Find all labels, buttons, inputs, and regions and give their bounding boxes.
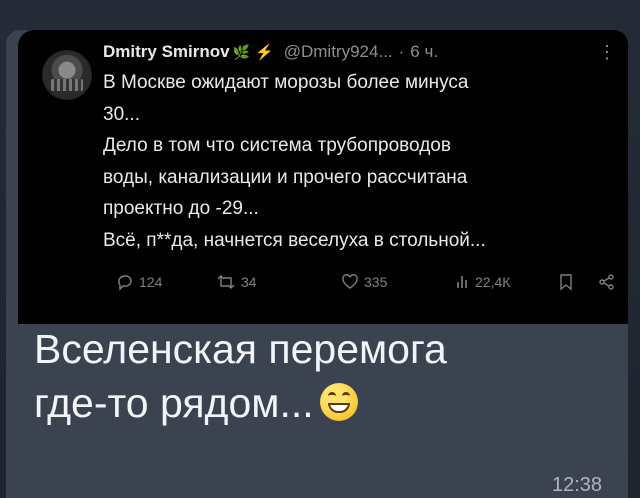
author-name: Dmitry Smirnov <box>103 42 230 61</box>
tweet-screenshot[interactable]: Dmitry Smirnov 🌿 ⚡ @Dmitry924... · 6 ч. ⋮ В М… <box>18 30 628 324</box>
tweet-line: проектно до -29... <box>103 198 259 219</box>
like-action[interactable]: 335 <box>341 273 387 291</box>
retweet-count: 34 <box>241 274 257 290</box>
message-line: Вселенская перемога <box>34 326 447 372</box>
tweet-header: Dmitry Smirnov 🌿 ⚡ @Dmitry924... · 6 ч. <box>103 42 623 66</box>
like-count: 335 <box>364 274 388 290</box>
tweet-actions: 124 34 335 22,4К <box>116 273 626 299</box>
grinning-emoji-icon <box>319 383 358 421</box>
heart-icon <box>342 274 358 289</box>
message-line-text: где-то рядом... <box>34 380 314 426</box>
smile-mouth <box>327 403 350 413</box>
message-bubble[interactable]: Dmitry Smirnov 🌿 ⚡ @Dmitry924... · 6 ч. ⋮ В М… <box>6 30 628 498</box>
tweet-time: 6 ч. <box>410 42 439 61</box>
message-time: 12:38 <box>552 474 603 496</box>
retweet-icon <box>217 275 235 289</box>
views-action[interactable]: 22,4К <box>456 273 510 291</box>
share-action[interactable] <box>598 273 616 291</box>
message-text: Вселенская перемога где-то рядом... <box>34 322 594 430</box>
leaf-emoji-icon: 🌿 <box>232 44 251 60</box>
views-count: 22,4К <box>475 274 511 290</box>
lightning-icon: ⚡ <box>255 44 274 61</box>
bookmark-action[interactable] <box>559 273 573 291</box>
reply-icon <box>118 275 132 291</box>
author-handle: @Dmitry924... <box>283 42 393 61</box>
bookmark-icon <box>560 274 572 291</box>
tweet-line: 30... <box>103 103 140 125</box>
tweet-line: В Москве ожидают морозы более минуса <box>103 72 469 93</box>
views-chart-icon <box>457 276 467 288</box>
share-icon <box>599 274 614 290</box>
tweet-line: воды, канализации и прочего рассчитана <box>103 166 468 188</box>
tweet-text: В Москве ожидают морозы более минуса 30.… <box>103 67 603 256</box>
reply-action[interactable]: 124 <box>116 273 162 291</box>
more-options-icon[interactable]: ⋮ <box>598 42 616 63</box>
tweet-line: Всё, п**да, начнется веселуха в стольной… <box>103 229 486 251</box>
separator-dot: · <box>398 42 405 61</box>
retweet-action[interactable]: 34 <box>216 273 257 291</box>
reply-count: 124 <box>139 274 163 290</box>
avatar <box>42 50 92 100</box>
tweet-line: Дело в том что система трубопроводов <box>103 135 451 156</box>
message-line-2: где-то рядом... <box>34 376 594 430</box>
